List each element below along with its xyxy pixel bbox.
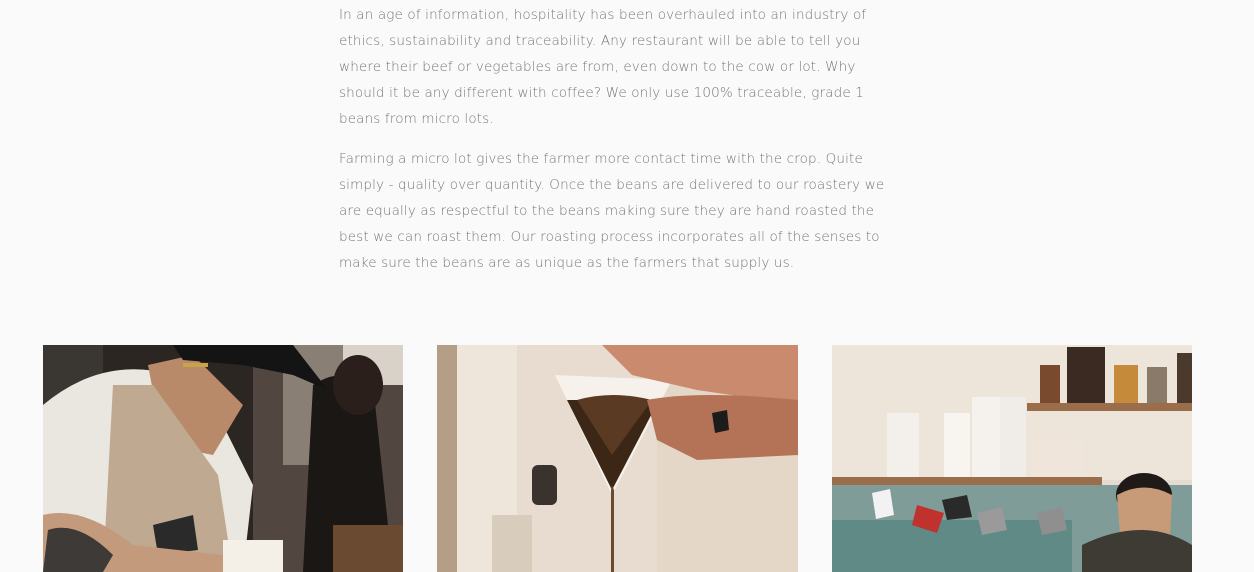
pour-over-photo-image — [437, 345, 798, 572]
about-paragraph-2: Farming a micro lot gives the farmer mor… — [339, 151, 885, 271]
counter-photo-image — [832, 345, 1192, 572]
barista-photo-image — [43, 345, 403, 572]
gallery-photo-counter[interactable] — [832, 345, 1192, 572]
about-paragraph-1: In an age of information, hospitality ha… — [339, 7, 867, 127]
about-text: In an age of information, hospitality ha… — [339, 2, 899, 290]
gallery-photo-pour-over[interactable] — [437, 345, 798, 572]
photo-gallery — [0, 345, 1254, 572]
page: In an age of information, hospitality ha… — [0, 0, 1254, 572]
gallery-photo-barista[interactable] — [43, 345, 403, 572]
